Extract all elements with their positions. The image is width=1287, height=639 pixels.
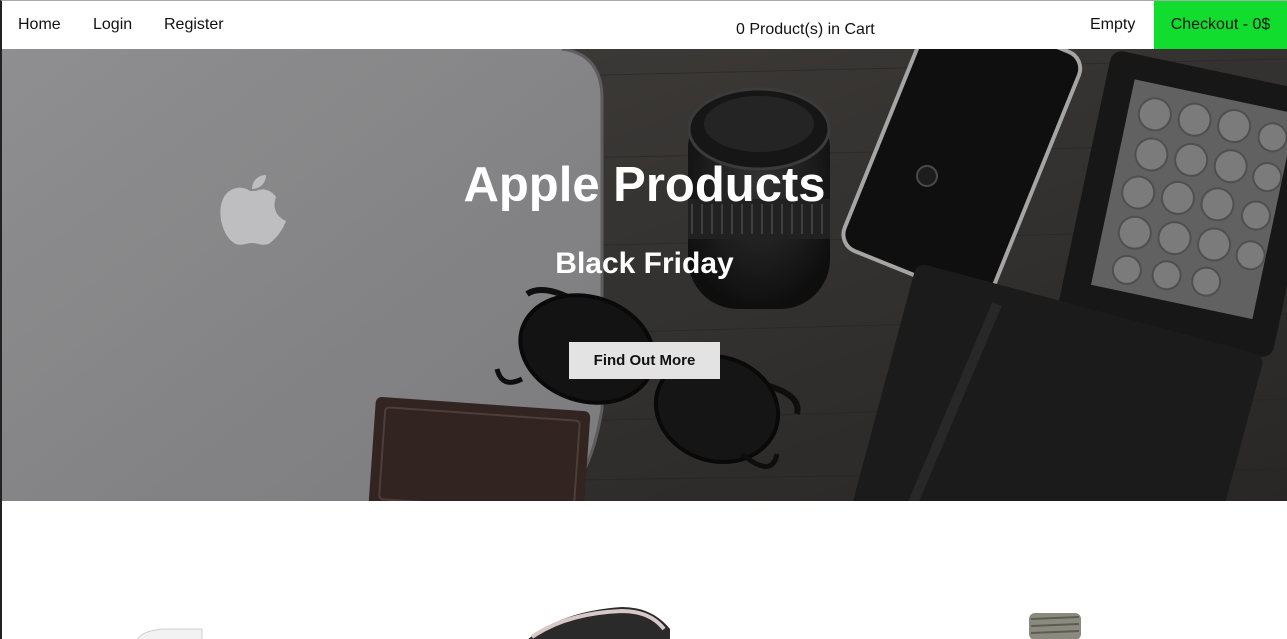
cart-status-link[interactable]: Empty xyxy=(1090,16,1135,34)
nav-register-link[interactable]: Register xyxy=(164,16,224,34)
hero-subtitle: Black Friday xyxy=(555,247,734,280)
product-image-3[interactable] xyxy=(1029,613,1081,639)
checkout-button[interactable]: Checkout - 0$ xyxy=(1154,1,1287,49)
product-image-2[interactable] xyxy=(527,607,670,639)
nav-home-link[interactable]: Home xyxy=(18,16,61,34)
product-grid xyxy=(2,501,1287,639)
hero-banner: Apple Products Black Friday Find Out Mor… xyxy=(2,49,1287,501)
hero-title: Apple Products xyxy=(463,158,826,212)
page: Home Login Register 0 Product(s) in Cart… xyxy=(0,0,1287,639)
cart-count-text: 0 Product(s) in Cart xyxy=(736,21,875,38)
nav-login-link[interactable]: Login xyxy=(93,16,132,34)
find-out-more-button[interactable]: Find Out More xyxy=(569,342,720,379)
product-image-1[interactable] xyxy=(137,628,203,639)
product-thumbnails xyxy=(137,607,1081,639)
top-navbar: Home Login Register 0 Product(s) in Cart… xyxy=(2,1,1287,49)
